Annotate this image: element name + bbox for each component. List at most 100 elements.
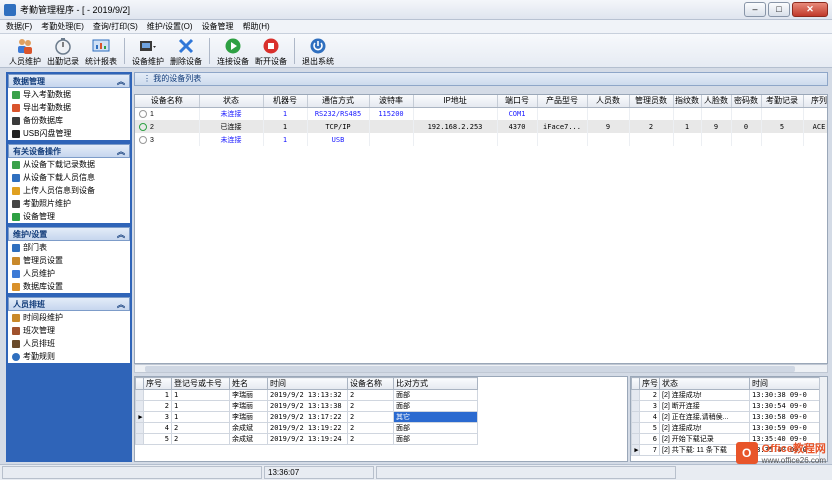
record-cell-device: 2 (347, 411, 394, 423)
menu-attendance[interactable]: 考勤处理(E) (41, 21, 84, 32)
column-header[interactable]: 端口号 (497, 95, 538, 108)
record-row[interactable]: 5 2 余成斌 2019/9/2 13:19:24 2 面部 (135, 433, 478, 445)
column-header[interactable]: 人脸数 (701, 95, 732, 108)
column-header[interactable]: 设备名称 (347, 377, 394, 390)
sidebar-item-admin[interactable]: 管理员设置 (8, 254, 130, 267)
download-icon (12, 160, 20, 169)
device-cell-baud (369, 120, 414, 133)
log-row[interactable]: 3 [2] 断开连接 13:30:54 09-0 (631, 400, 822, 412)
record-row[interactable]: 4 2 余成斌 2019/9/2 13:19:22 2 面部 (135, 422, 478, 434)
column-header[interactable]: 考勤记录 (761, 95, 804, 108)
column-header[interactable]: 时间 (749, 377, 822, 390)
collapse-icon[interactable]: ︽ (117, 146, 125, 157)
person-icon (12, 269, 20, 278)
column-header[interactable]: 通信方式 (307, 95, 370, 108)
sidebar-item-backup[interactable]: 备份数据库 (8, 114, 130, 127)
menu-device[interactable]: 设备管理 (202, 21, 234, 32)
menu-maintenance[interactable]: 维护/设置(O) (147, 21, 193, 32)
collapse-icon[interactable]: ︽ (117, 76, 125, 87)
record-row[interactable]: 1 1 李瑞丽 2019/9/2 13:13:32 2 面部 (135, 389, 478, 401)
sidebar-item-usb[interactable]: USB闪盘管理 (8, 127, 130, 140)
device-name-cell[interactable]: 2 (135, 120, 200, 133)
scroll-thumb[interactable] (145, 366, 795, 372)
stats-report-button[interactable]: 统计报表 (82, 35, 120, 67)
attendance-record-button[interactable]: 出勤记录 (44, 35, 82, 67)
sidebar-item-export[interactable]: 导出考勤数据 (8, 101, 130, 114)
device-table-hscrollbar[interactable] (134, 364, 828, 373)
row-indicator (135, 433, 144, 445)
record-row[interactable]: ▶ 3 1 李瑞丽 2019/9/2 13:17:22 2 其它 (135, 411, 478, 423)
log-row[interactable]: 5 [2] 连接成功! 13:30:59 09-0 (631, 422, 822, 434)
device-maintain-button[interactable]: 设备维护 (129, 35, 167, 67)
close-button[interactable]: ✕ (792, 2, 828, 17)
column-header[interactable]: 指纹数 (673, 95, 702, 108)
record-cell-mode: 面部 (393, 400, 478, 412)
column-header[interactable]: 状态 (199, 95, 264, 108)
sidebar-group-header[interactable]: 数据管理 ︽ (8, 74, 130, 88)
disconnect-device-button[interactable]: 断开设备 (252, 35, 290, 67)
column-header[interactable]: 波特率 (369, 95, 414, 108)
column-header[interactable]: IP地址 (413, 95, 498, 108)
menu-query-print[interactable]: 查询/打印(S) (93, 21, 138, 32)
column-header[interactable]: 登记号或卡号 (171, 377, 230, 390)
log-row[interactable]: 4 [2] 正在连接,请稍侯... 13:30:58 09-0 (631, 411, 822, 423)
delete-device-button[interactable]: 删除设备 (167, 35, 205, 67)
device-row[interactable]: 3 未连接 1 USB (135, 133, 827, 146)
current-row-indicator-icon: ▶ (135, 411, 144, 423)
sidebar-item-department[interactable]: 部门表 (8, 241, 130, 254)
sidebar-item-device-manage[interactable]: 设备管理 (8, 210, 130, 223)
device-name-cell[interactable]: 3 (135, 133, 200, 146)
maximize-button[interactable]: □ (768, 2, 790, 17)
column-header[interactable]: 状态 (659, 377, 750, 390)
device-cell-model (537, 107, 588, 120)
stop-icon (262, 37, 280, 55)
sidebar-item-schedule[interactable]: 人员排班 (8, 337, 130, 350)
connect-device-button[interactable]: 连接设备 (214, 35, 252, 67)
device-row[interactable]: 2 已连接 1 TCP/IP 192.168.2.253 4370 iFace7... 9 2 1… (135, 120, 827, 133)
sidebar-item-download-records[interactable]: 从设备下载记录数据 (8, 158, 130, 171)
sidebar-item-download-people[interactable]: 从设备下载人员信息 (8, 171, 130, 184)
collapse-icon[interactable]: ︽ (117, 229, 125, 240)
column-header[interactable]: 设备名称 (135, 95, 200, 108)
device-cell-status: 未连接 (199, 133, 264, 146)
record-cell-time: 2019/9/2 13:17:22 (267, 411, 348, 423)
column-header[interactable]: 密码数 (731, 95, 762, 108)
column-header[interactable]: 序号 (639, 377, 660, 390)
record-row[interactable]: 2 1 李瑞丽 2019/9/2 13:13:38 2 面部 (135, 400, 478, 412)
log-row[interactable]: 2 [2] 连接成功! 13:30:38 09-0 (631, 389, 822, 401)
sidebar-item-shift[interactable]: 班次管理 (8, 324, 130, 337)
minimize-button[interactable]: – (744, 2, 766, 17)
person-maintain-button[interactable]: 人员维护 (6, 35, 44, 67)
column-header[interactable]: 人员数 (587, 95, 630, 108)
row-indicator (631, 400, 640, 412)
sidebar-item-import[interactable]: 导入考勤数据 (8, 88, 130, 101)
exit-system-button[interactable]: 退出系统 (299, 35, 337, 67)
device-row[interactable]: 1 未连接 1 RS232/RS485 115200 COM1 (135, 107, 827, 120)
column-header[interactable]: 机器号 (263, 95, 308, 108)
delete-x-icon (177, 37, 195, 55)
column-header[interactable]: 比对方式 (393, 377, 478, 390)
column-header[interactable]: 序号 (143, 377, 172, 390)
column-header[interactable]: 时间 (267, 377, 348, 390)
column-header[interactable]: 序列 (803, 95, 827, 108)
column-header[interactable]: 产品型号 (537, 95, 588, 108)
column-header[interactable]: 管理员数 (629, 95, 674, 108)
sidebar-item-rules[interactable]: 考勤规则 (8, 350, 130, 363)
sidebar-group-header[interactable]: 维护/设置 ︽ (8, 227, 130, 241)
sidebar-item-upload-people[interactable]: 上传人员信息到设备 (8, 184, 130, 197)
device-cell-face (701, 133, 732, 146)
toolbar-separator (209, 38, 210, 64)
sidebar-group-header[interactable]: 人员排班 ︽ (8, 297, 130, 311)
menu-help[interactable]: 帮助(H) (243, 21, 270, 32)
device-cell-serial (803, 107, 827, 120)
window-title: 考勤管理程序 - [ - 2019/9/2] (20, 5, 131, 15)
sidebar-item-database[interactable]: 数据库设置 (8, 280, 130, 293)
sidebar-item-time-period[interactable]: 时间段维护 (8, 311, 130, 324)
column-header[interactable]: 姓名 (229, 377, 268, 390)
sidebar-item-person[interactable]: 人员维护 (8, 267, 130, 280)
sidebar-item-photos[interactable]: 考勤照片维护 (8, 197, 130, 210)
sidebar-group-header[interactable]: 有关设备操作 ︽ (8, 144, 130, 158)
device-name-cell[interactable]: 1 (135, 107, 200, 120)
menu-data[interactable]: 数据(F) (6, 21, 32, 32)
collapse-icon[interactable]: ︽ (117, 299, 125, 310)
